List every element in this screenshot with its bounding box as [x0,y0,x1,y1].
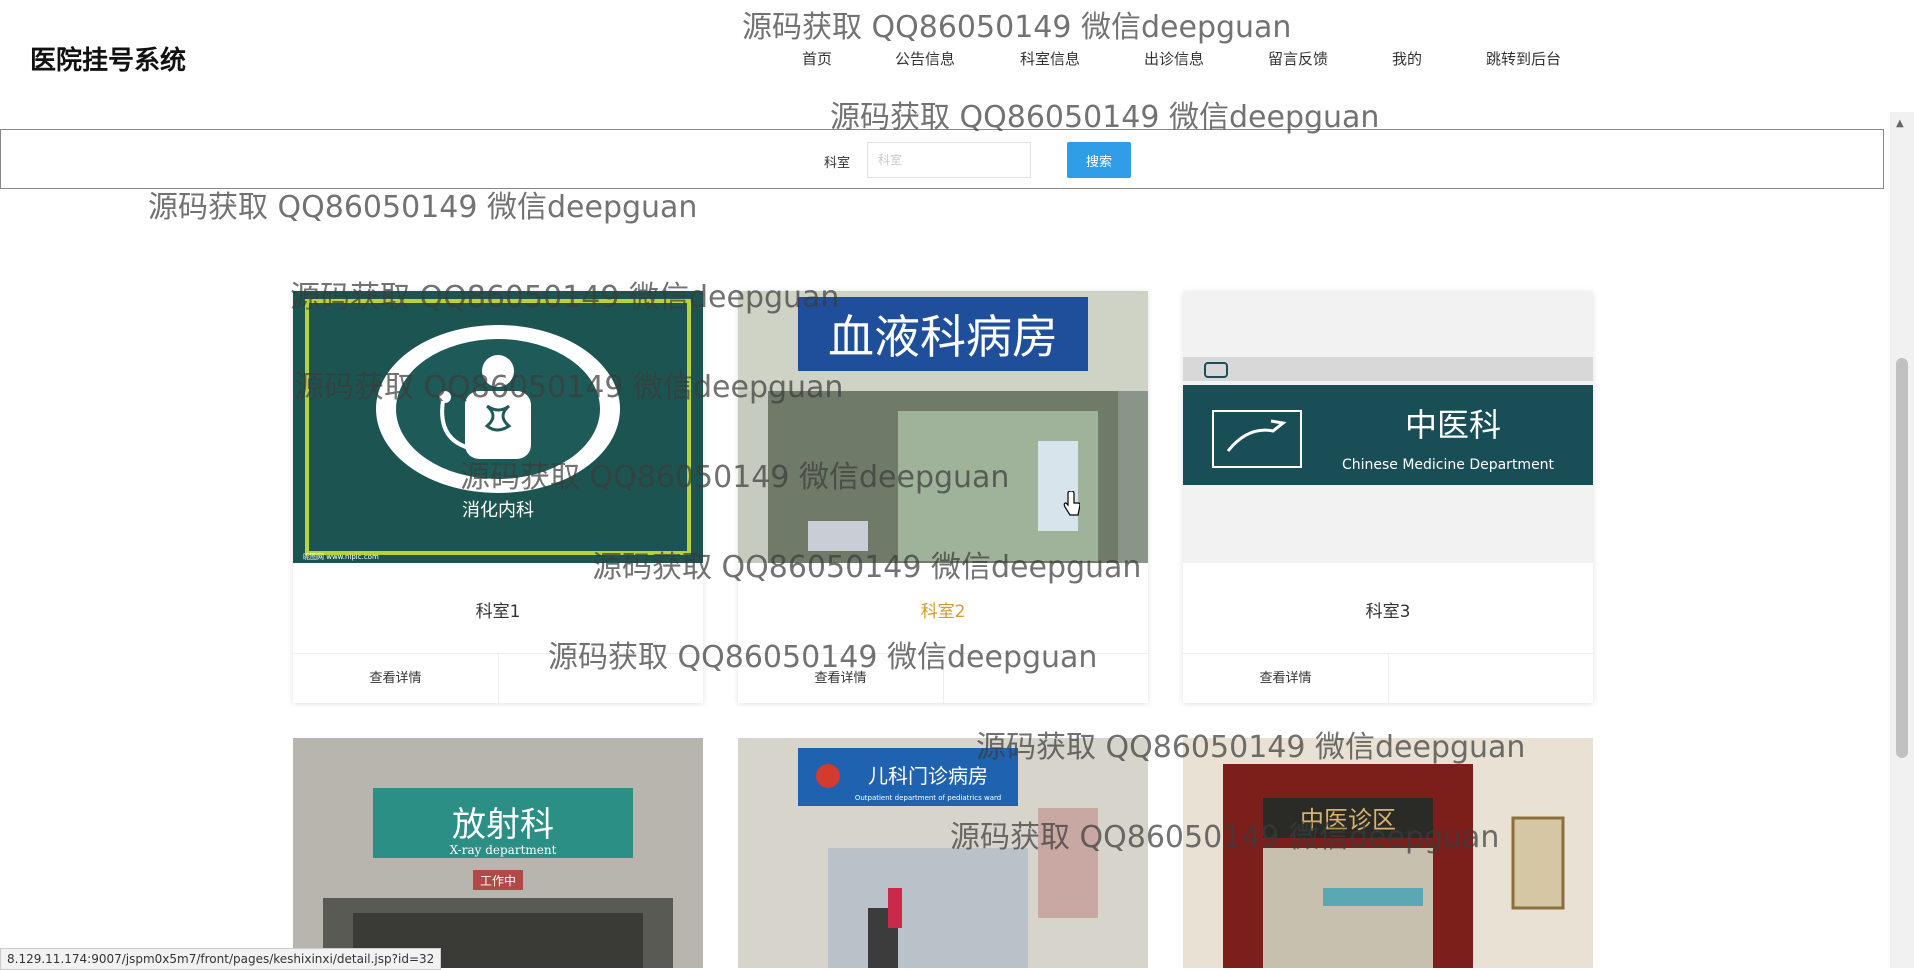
nav-admin[interactable]: 跳转到后台 [1486,48,1561,69]
image-label: 中医科 [1405,406,1501,444]
view-detail-button[interactable]: 查看详情 [1183,654,1389,704]
image-sublabel: Outpatient department of pediatrics ward [855,794,1001,802]
card-actions: 查看详情 [738,653,1148,704]
department-image[interactable]: 儿科门诊病房 Outpatient department of pediatri… [738,738,1148,968]
image-label: 放射科 [452,805,554,845]
view-detail-button[interactable]: 查看详情 [293,654,499,704]
nav-clinic-schedule[interactable]: 出诊信息 [1144,48,1204,69]
nav-mine[interactable]: 我的 [1392,48,1422,69]
nav-departments[interactable]: 科室信息 [1020,48,1080,69]
department-card[interactable]: 中医科 Chinese Medicine Department 科室3 查看详情 [1183,291,1593,704]
hand-cursor-icon [1063,491,1080,516]
card-actions: 查看详情 [293,653,703,704]
image-sublabel: Chinese Medicine Department [1342,457,1555,473]
image-label: 消化内科 [462,500,534,521]
header: 医院挂号系统 首页 公告信息 科室信息 出诊信息 留言反馈 我的 跳转到后台 [0,0,1890,128]
nav-home[interactable]: 首页 [802,48,832,69]
image-sublabel: X-ray department [450,843,557,857]
view-detail-button[interactable]: 查看详情 [738,654,944,704]
scroll-thumb[interactable] [1896,358,1908,758]
department-image[interactable]: 消化内科 昵图网 www.nipic.com [293,291,703,563]
scroll-up-icon[interactable]: ▲ [1896,118,1904,129]
department-name[interactable]: 科室1 [293,597,703,622]
card-actions: 查看详情 [1183,653,1593,704]
department-card[interactable]: 血液科病房 科室2 查看详情 [738,291,1148,704]
department-name[interactable]: 科室3 [1183,597,1593,622]
search-button[interactable]: 搜索 [1067,142,1131,178]
image-label: 儿科门诊病房 [868,764,988,788]
search-input[interactable] [867,142,1031,178]
nav-announcements[interactable]: 公告信息 [895,48,955,69]
search-bar: 科室 搜索 [0,129,1884,189]
search-label: 科室 [824,156,851,171]
department-image[interactable]: 放射科 X-ray department 工作中 [293,738,703,968]
department-name[interactable]: 科室2 [738,597,1148,622]
image-tag: 工作中 [480,873,516,888]
nav-feedback[interactable]: 留言反馈 [1268,48,1328,69]
department-image[interactable]: 血液科病房 [738,291,1148,563]
image-label: 中医诊区 [1300,806,1396,834]
page-scrollbar[interactable]: ▲ [1890,112,1914,968]
site-title[interactable]: 医院挂号系统 [30,40,186,77]
status-url: 8.129.11.174:9007/jspm0x5m7/front/pages/… [0,948,442,970]
department-image[interactable]: 中医科 Chinese Medicine Department [1183,291,1593,563]
department-image[interactable]: 中医诊区 [1183,738,1593,968]
department-card[interactable]: 消化内科 昵图网 www.nipic.com 科室1 查看详情 [293,291,703,704]
image-label: 血液科病房 [828,310,1058,364]
image-credit: 昵图网 www.nipic.com [303,553,379,561]
